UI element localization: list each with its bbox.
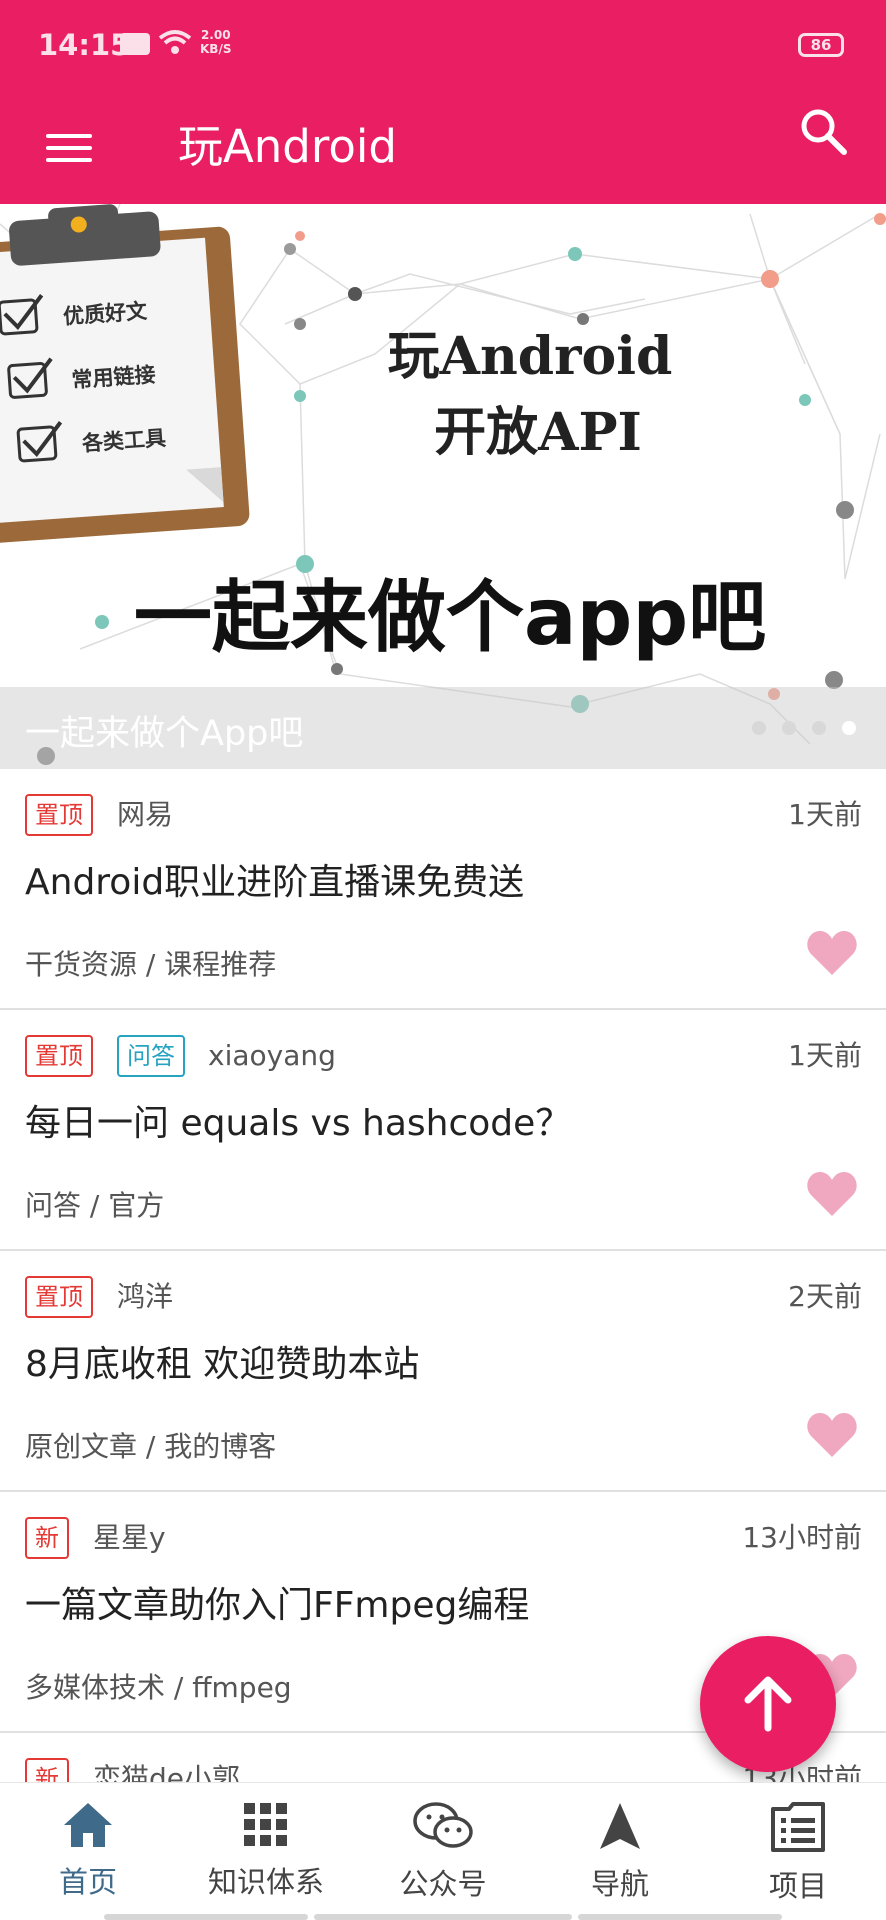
nav-separator: [578, 1914, 782, 1920]
home-icon: [64, 1803, 112, 1847]
network-speed-value: 2.00: [200, 28, 231, 42]
tag-top: 置顶: [25, 794, 93, 836]
bottom-navigation: 首页 知识体系 公众号 导航 项目: [0, 1782, 886, 1920]
article-item[interactable]: 置顶 问答 xiaoyang 1天前 每日一问 equals vs hashco…: [0, 1010, 886, 1251]
nav-knowledge[interactable]: 知识体系: [186, 1801, 346, 1901]
article-time: 1天前: [788, 798, 862, 831]
navigation-icon: [600, 1803, 640, 1849]
article-category[interactable]: 原创文章 / 我的博客: [25, 1427, 276, 1467]
banner-caption: 一起来做个App吧: [25, 714, 304, 754]
status-time: 14:15: [38, 28, 131, 62]
network-speed: 2.00 KB/S: [200, 28, 231, 56]
tag-top: 置顶: [25, 1276, 93, 1318]
heart-icon[interactable]: [806, 1411, 858, 1459]
carousel-dot-active[interactable]: [842, 721, 856, 735]
article-title: 8月底收租 欢迎赞助本站: [25, 1344, 420, 1385]
nav-separator: [314, 1914, 572, 1920]
tag-top: 置顶: [25, 1035, 93, 1077]
network-speed-unit: KB/S: [200, 42, 232, 56]
banner-headline-2: 开放API: [434, 402, 642, 463]
search-icon[interactable]: [796, 104, 852, 160]
nav-separator: [104, 1914, 308, 1920]
article-author: xiaoyang: [208, 1039, 336, 1072]
nav-label: 项目: [768, 1869, 827, 1903]
carousel-indicator: [752, 721, 856, 735]
nav-label: 导航: [590, 1867, 649, 1901]
banner-carousel[interactable]: 优质好文 常用链接 各类工具 玩Android 开放API 一起来做个app吧 …: [0, 204, 886, 769]
article-item[interactable]: 置顶 网易 1天前 Android职业进阶直播课免费送 干货资源 / 课程推荐: [0, 769, 886, 1010]
nav-label: 公众号: [399, 1867, 487, 1901]
article-category[interactable]: 多媒体技术 / ffmpeg: [25, 1668, 292, 1708]
article-time: 13小时前: [742, 1521, 862, 1554]
article-item[interactable]: 置顶 鸿洋 2天前 8月底收租 欢迎赞助本站 原创文章 / 我的博客: [0, 1251, 886, 1492]
status-bar: 14:15 2.00 KB/S 86: [0, 0, 886, 92]
article-author: 网易: [117, 798, 174, 831]
wifi-icon: [158, 30, 192, 54]
article-title: 一篇文章助你入门FFmpeg编程: [25, 1585, 530, 1626]
article-category[interactable]: 问答 / 官方: [25, 1186, 164, 1226]
notification-icon: [120, 33, 150, 55]
app-title: 玩Android: [178, 120, 397, 173]
article-time: 1天前: [788, 1039, 862, 1072]
menu-button[interactable]: [40, 120, 96, 176]
nav-project[interactable]: 项目: [718, 1801, 878, 1905]
menu-icon-line: [46, 146, 92, 150]
article-title: 每日一问 equals vs hashcode？: [25, 1103, 572, 1144]
heart-icon[interactable]: [806, 929, 858, 977]
article-time: 2天前: [788, 1280, 862, 1313]
carousel-dot[interactable]: [812, 721, 826, 735]
app-toolbar: 玩Android: [0, 92, 886, 204]
article-author: 鸿洋: [117, 1280, 174, 1313]
article-title: Android职业进阶直播课免费送: [25, 862, 525, 903]
banner-caption-bar: 一起来做个App吧: [0, 687, 886, 769]
tag-new: 新: [25, 1517, 69, 1559]
nav-navigation[interactable]: 导航: [540, 1801, 700, 1903]
nav-label: 首页: [58, 1865, 117, 1899]
heart-icon[interactable]: [806, 1170, 858, 1218]
battery-icon: 86: [798, 33, 844, 57]
article-category[interactable]: 干货资源 / 课程推荐: [25, 945, 276, 985]
wechat-icon: [413, 1802, 473, 1848]
banner-headline-1: 玩Android: [388, 326, 673, 387]
menu-icon-line: [46, 158, 92, 162]
banner-slogan: 一起来做个app吧: [134, 573, 766, 663]
scroll-to-top-button[interactable]: [700, 1636, 836, 1772]
grid-icon: [244, 1803, 287, 1846]
tag-qa: 问答: [117, 1035, 185, 1077]
nav-home[interactable]: 首页: [8, 1801, 168, 1901]
carousel-dot[interactable]: [782, 721, 796, 735]
project-icon: [771, 1802, 825, 1852]
carousel-dot[interactable]: [752, 721, 766, 735]
banner-image: 优质好文 常用链接 各类工具 玩Android 开放API 一起来做个app吧: [0, 204, 886, 765]
menu-icon-line: [46, 134, 92, 138]
article-author: 星星y: [93, 1521, 166, 1554]
arrow-up-icon: [744, 1676, 792, 1732]
nav-label: 知识体系: [207, 1865, 324, 1899]
nav-wechat[interactable]: 公众号: [363, 1801, 523, 1903]
